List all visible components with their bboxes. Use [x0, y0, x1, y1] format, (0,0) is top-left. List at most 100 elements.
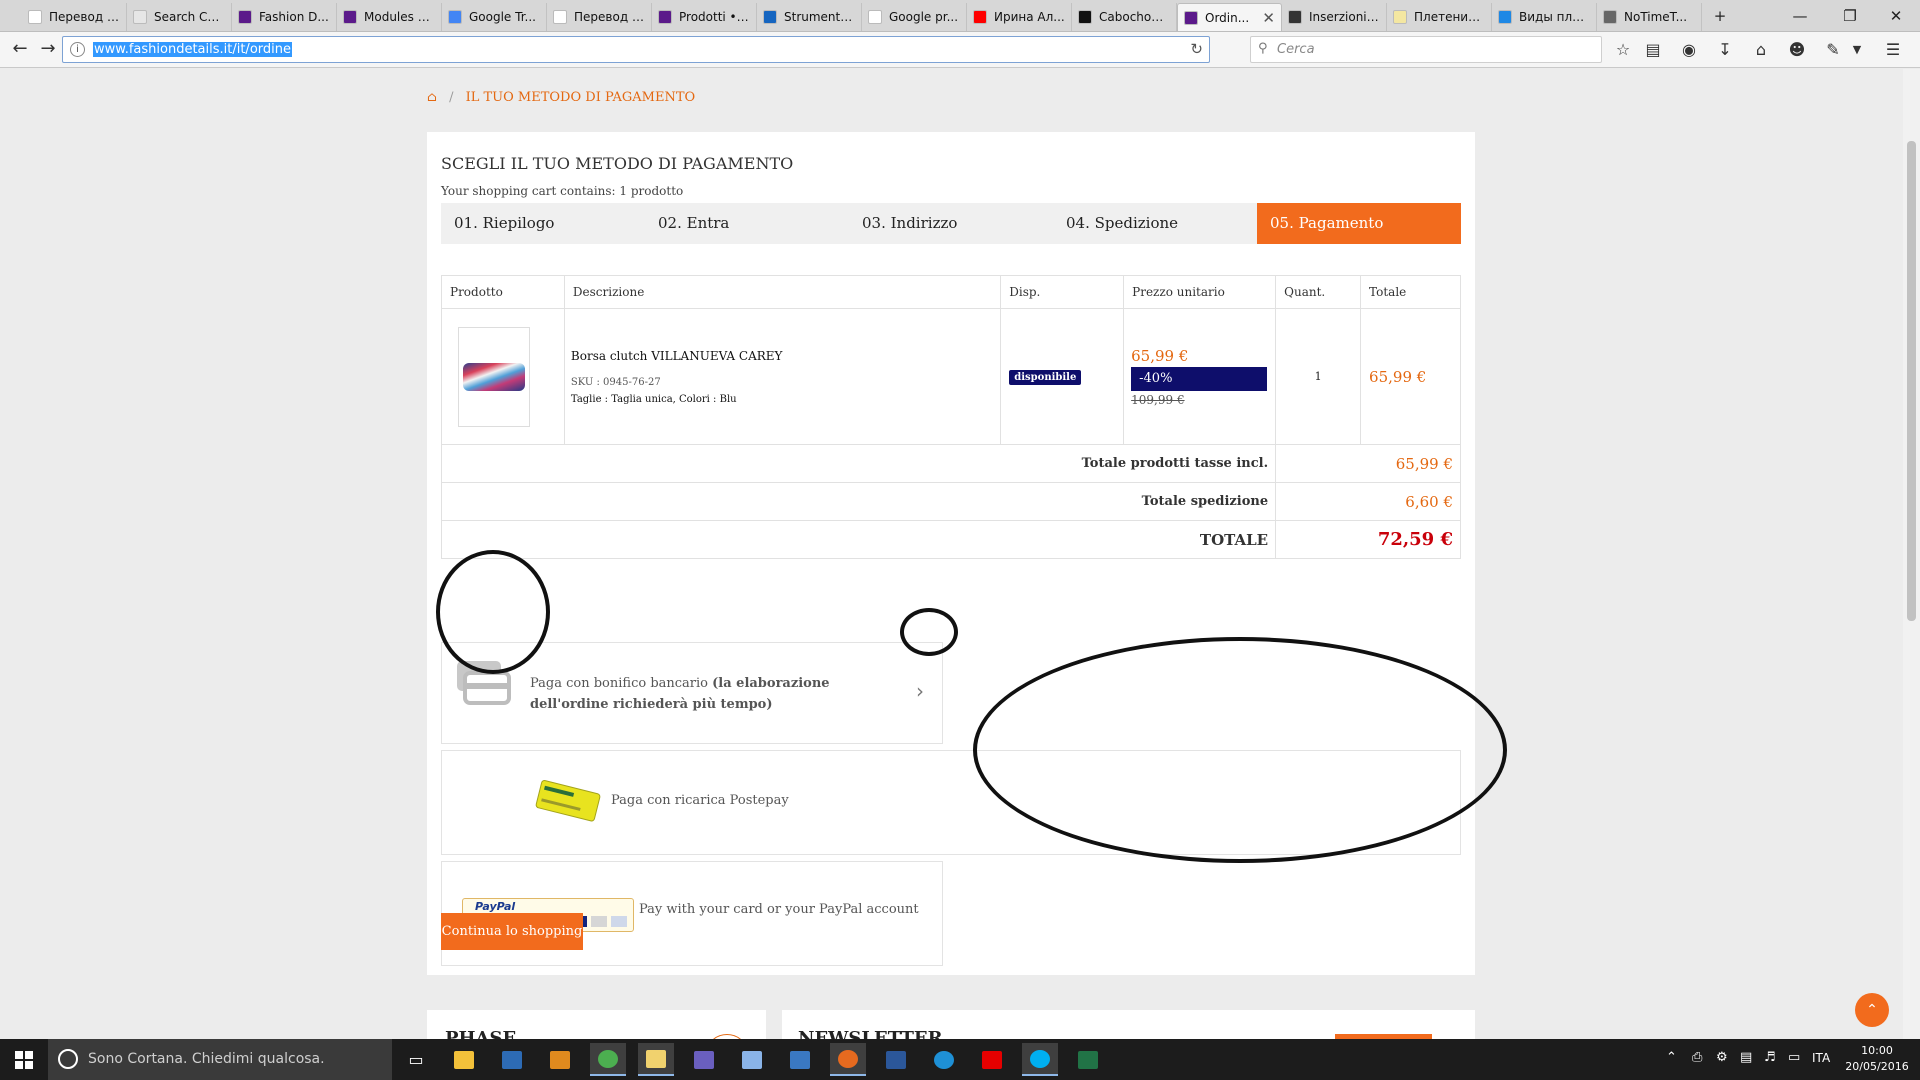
- back-button[interactable]: ←: [8, 37, 32, 61]
- step-address[interactable]: 03. Indirizzo: [849, 203, 1053, 244]
- step-shipping[interactable]: 04. Spedizione: [1053, 203, 1257, 244]
- chrome-icon[interactable]: [590, 1043, 626, 1076]
- tab-favicon-icon: [133, 10, 147, 24]
- footer-block-right: NEWSLETTER: [782, 1010, 1475, 1039]
- home-icon[interactable]: ⌂: [1750, 39, 1772, 61]
- close-window-icon[interactable]: ✕: [1876, 3, 1916, 29]
- cortana-search-box[interactable]: Sono Cortana. Chiedimi qualcosa.: [48, 1039, 392, 1080]
- chat-icon[interactable]: ☻: [1786, 39, 1808, 61]
- new-tab-button[interactable]: +: [1700, 3, 1740, 29]
- browser-tab[interactable]: Strumento...: [757, 3, 862, 31]
- language-indicator[interactable]: ITA: [1812, 1051, 1830, 1065]
- product-image-cell: [441, 308, 565, 445]
- browser-tab[interactable]: Перевод с...: [547, 3, 652, 31]
- step-login[interactable]: 02. Entra: [645, 203, 849, 244]
- task-view-icon[interactable]: ▭: [398, 1043, 434, 1076]
- overflow-chevron-icon[interactable]: ▼: [1846, 39, 1868, 61]
- step-summary[interactable]: 01. Riepilogo: [441, 203, 645, 244]
- page-scrollbar[interactable]: [1903, 69, 1920, 1039]
- bookmark-star-icon[interactable]: ☆: [1612, 39, 1634, 61]
- paypal-wordmark: PayPal: [475, 900, 516, 913]
- notifications-icon[interactable]: ▭: [1788, 1050, 1800, 1065]
- browser-tab[interactable]: Prodotti • ...: [652, 3, 757, 31]
- availability-badge: disponibile: [1009, 369, 1082, 385]
- media-player-icon[interactable]: [542, 1043, 578, 1076]
- browser-tab[interactable]: NoTimeT...: [1597, 3, 1702, 31]
- network-icon[interactable]: ▤: [1740, 1050, 1752, 1065]
- browser-tab[interactable]: Cabochon...: [1072, 3, 1177, 31]
- shipping-total-value: 6,60 €: [1275, 482, 1461, 521]
- breadcrumb-separator: /: [449, 90, 454, 105]
- windows-taskbar: Sono Cortana. Chiedimi qualcosa. ▭ ⌃ ⎙ ⚙…: [0, 1039, 1920, 1080]
- search-box[interactable]: ⚲ Cerca: [1250, 36, 1602, 63]
- extension-icon[interactable]: ✎: [1822, 39, 1844, 61]
- continue-shopping-button[interactable]: Continua lo shopping: [441, 913, 583, 950]
- restore-icon[interactable]: ❐: [1830, 3, 1870, 29]
- firefox-icon[interactable]: [830, 1043, 866, 1076]
- tab-favicon-icon: [343, 10, 357, 24]
- tab-close-icon[interactable]: ✕: [1262, 9, 1275, 27]
- col-header-unit-price: Prezzo unitario: [1123, 275, 1277, 309]
- address-bar[interactable]: i www.fashiondetails.it/it/ordine ↻: [62, 36, 1210, 63]
- site-info-icon[interactable]: i: [70, 42, 85, 57]
- step-payment: 05. Pagamento: [1257, 203, 1461, 244]
- download-icon[interactable]: ↧: [1714, 39, 1736, 61]
- paypal-badge-icon: [611, 916, 627, 927]
- clock[interactable]: 10:00 20/05/2016: [1842, 1043, 1912, 1075]
- products-total-label: Totale prodotti tasse incl.: [440, 444, 1277, 483]
- browser-tab[interactable]: Ирина Ал...: [967, 3, 1072, 31]
- browser-tab[interactable]: Виды пле...: [1492, 3, 1597, 31]
- scrollbar-thumb[interactable]: [1907, 141, 1916, 621]
- chevron-right-icon[interactable]: ›: [916, 679, 924, 703]
- internet-explorer-icon[interactable]: [926, 1043, 962, 1076]
- menu-icon[interactable]: ☰: [1882, 39, 1904, 61]
- browser-tab[interactable]: Fashion D...: [232, 3, 337, 31]
- browser-tab[interactable]: Modules •...: [337, 3, 442, 31]
- volume-icon[interactable]: ♬: [1764, 1050, 1776, 1065]
- word-icon[interactable]: [878, 1043, 914, 1076]
- minimize-icon[interactable]: —: [1780, 3, 1820, 29]
- browser-tab[interactable]: Ordin... ✕: [1177, 3, 1282, 31]
- product-thumbnail[interactable]: [458, 326, 530, 427]
- skype-icon[interactable]: [1022, 1043, 1058, 1076]
- reload-icon[interactable]: ↻: [1190, 40, 1203, 58]
- product-description-cell: Borsa clutch VILLANUEVA CAREY SKU : 0945…: [563, 308, 1002, 445]
- browser-tab[interactable]: Перевод с...: [22, 3, 127, 31]
- notes-app-icon[interactable]: [638, 1043, 674, 1076]
- onenote-icon[interactable]: [686, 1043, 722, 1076]
- discount-badge: -40%: [1131, 366, 1268, 391]
- web-page: ⌂ / IL TUO METODO DI PAGAMENTO SCEGLI IL…: [0, 69, 1920, 1039]
- file-explorer-icon[interactable]: [446, 1043, 482, 1076]
- browser-tab[interactable]: Плетение ...: [1387, 3, 1492, 31]
- pocket-icon[interactable]: ◉: [1678, 39, 1700, 61]
- summary-row-products: Totale prodotti tasse incl. 65,99 €: [440, 444, 1461, 483]
- url-text[interactable]: www.fashiondetails.it/it/ordine: [93, 42, 292, 57]
- settings-icon[interactable]: ⚙: [1716, 1050, 1728, 1065]
- clock-date: 20/05/2016: [1845, 1060, 1909, 1073]
- tool-app-icon[interactable]: [782, 1043, 818, 1076]
- tray-chevron-icon[interactable]: ⌃: [1666, 1050, 1677, 1065]
- col-header-availability: Disp.: [1000, 275, 1125, 309]
- scroll-to-top-button[interactable]: ⌃: [1855, 993, 1889, 1027]
- browser-tab[interactable]: Search Co...: [127, 3, 232, 31]
- browser-tab[interactable]: Google Tr...: [442, 3, 547, 31]
- start-button[interactable]: [0, 1039, 48, 1080]
- product-name[interactable]: Borsa clutch VILLANUEVA CAREY: [571, 349, 1000, 363]
- browser-tab[interactable]: Google pr...: [862, 3, 967, 31]
- annotation-circle-empty-area: [973, 637, 1507, 863]
- home-icon[interactable]: ⌂: [427, 90, 437, 105]
- printer-icon[interactable]: ⎙: [1692, 1050, 1702, 1065]
- tab-label: Prodotti • ...: [679, 10, 750, 24]
- forward-button[interactable]: →: [36, 37, 60, 61]
- vodafone-icon[interactable]: [974, 1043, 1010, 1076]
- tab-label: Search Co...: [154, 10, 225, 24]
- tab-favicon-icon: [1393, 10, 1407, 24]
- tab-label: Modules •...: [364, 10, 435, 24]
- breadcrumb-current: IL TUO METODO DI PAGAMENTO: [465, 90, 696, 105]
- browser-tab[interactable]: Inserzioni i...: [1282, 3, 1387, 31]
- mail-app-icon[interactable]: [494, 1043, 530, 1076]
- bookmarks-list-icon[interactable]: ▤: [1642, 39, 1664, 61]
- cart-count-text: Your shopping cart contains: 1 prodotto: [441, 184, 684, 198]
- app-icon[interactable]: [734, 1043, 770, 1076]
- excel-icon[interactable]: [1070, 1043, 1106, 1076]
